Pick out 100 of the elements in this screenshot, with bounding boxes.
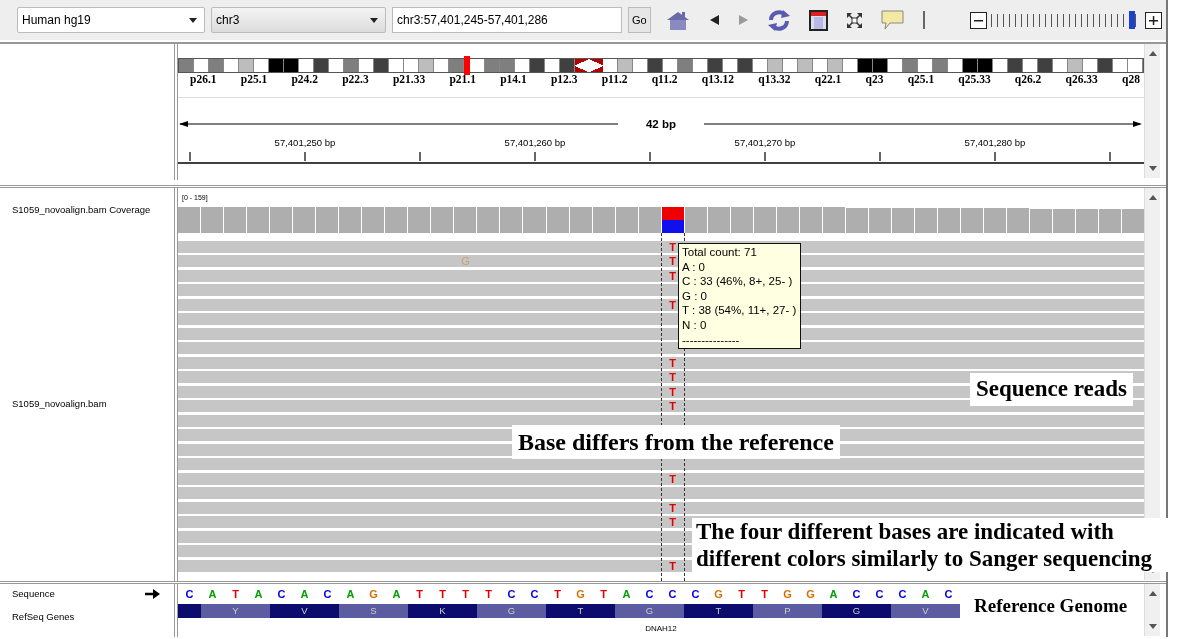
tick-label: 57,401,280 bp	[964, 137, 1026, 148]
band-label: p24.2	[291, 73, 318, 86]
base-letter: C	[322, 587, 333, 602]
base-letter: G	[713, 587, 724, 602]
base-letter: T	[415, 587, 424, 602]
band-label: q26.2	[1014, 73, 1042, 86]
slider-thumb[interactable]	[1128, 11, 1135, 29]
base-letter: A	[828, 587, 839, 602]
base-letter: T	[438, 587, 447, 602]
tick-label: 57,401,260 bp	[504, 137, 566, 148]
base-letter: G	[368, 587, 379, 602]
band-label: q13.32	[758, 73, 791, 86]
resize-icon[interactable]	[845, 11, 863, 29]
band-label: q23	[865, 73, 884, 86]
caret-icon	[369, 16, 379, 24]
base-letter: T	[760, 587, 769, 602]
annotation-text: Sequence reads	[970, 373, 1133, 406]
band-label: p12.3	[550, 73, 578, 86]
base-letter: A	[345, 587, 356, 602]
band-label: q28	[1122, 73, 1140, 86]
chromosome-dropdown[interactable]: chr3	[211, 7, 386, 33]
track-name[interactable]: RefSeq Genes	[0, 610, 174, 625]
base-letter: G	[805, 587, 816, 602]
base-letter: A	[621, 587, 632, 602]
tooltip-line: ---------------	[682, 332, 741, 348]
track-name[interactable]: Sequence	[0, 587, 55, 602]
base-letter: T	[484, 587, 493, 602]
tooltip-line: T : 38 (54%, 11+, 27- )	[682, 303, 797, 318]
mismatch-base: G	[460, 254, 471, 268]
mismatch-base: T	[668, 558, 677, 573]
codon-block: T	[684, 604, 753, 618]
tick-label: 57,401,250 bp	[274, 137, 336, 148]
tooltip-line: N : 0	[682, 317, 708, 333]
back-arrow-icon[interactable]	[708, 14, 720, 26]
genome-dropdown[interactable]: Human hg19	[17, 7, 205, 33]
band-label: q22.1	[814, 73, 842, 86]
base-letter: C	[184, 587, 195, 602]
tooltip-line: G : 0	[682, 288, 708, 304]
codon-block: S	[339, 604, 408, 618]
base-letter: C	[667, 587, 678, 602]
band-label: p14.1	[500, 73, 527, 86]
tooltip-line: A : 0	[682, 259, 707, 275]
scroll-up-icon[interactable]	[1147, 590, 1158, 597]
scrollbar[interactable]	[1144, 44, 1160, 178]
mismatch-base: T	[668, 370, 677, 384]
tooltip-line: Total count: 71	[682, 245, 758, 260]
base-letter: C	[897, 587, 908, 602]
base-letter: A	[920, 587, 931, 602]
base-letter: C	[851, 587, 862, 602]
base-letter: T	[231, 587, 240, 602]
mismatch-base: T	[668, 239, 677, 254]
base-letter: A	[253, 587, 264, 602]
base-letter: T	[599, 587, 608, 602]
base-letter: A	[207, 587, 218, 602]
mismatch-base: T	[668, 515, 677, 529]
go-button[interactable]: Go	[628, 7, 651, 33]
base-letter: C	[874, 587, 885, 602]
codon-block: V	[270, 604, 339, 618]
scroll-down-icon[interactable]	[1147, 623, 1158, 630]
base-letter: G	[575, 587, 586, 602]
base-letter: A	[391, 587, 402, 602]
track-name[interactable]: S1059_novoalign.bam	[0, 397, 174, 412]
zoom-in-icon[interactable]	[1144, 11, 1162, 29]
band-label: q13.12	[701, 73, 735, 86]
tick-label: 57,401,270 bp	[734, 137, 796, 148]
band-label: p22.3	[342, 73, 369, 86]
locus-field[interactable]: chr3:57,401,245-57,401,286	[392, 7, 622, 33]
scroll-up-icon[interactable]	[1147, 50, 1158, 57]
mismatch-base: T	[668, 355, 677, 370]
base-letter: T	[461, 587, 470, 602]
band-label: q11.2	[651, 73, 678, 86]
base-letter: C	[506, 587, 517, 602]
mismatch-base: T	[668, 384, 677, 399]
caret-icon	[188, 16, 198, 24]
zoom-out-icon[interactable]	[969, 11, 987, 29]
strand-arrow-icon[interactable]	[145, 589, 160, 600]
band-label: q26.33	[1065, 73, 1098, 86]
base-letter: G	[782, 587, 793, 602]
codon-block: G	[477, 604, 546, 618]
base-letter: C	[276, 587, 287, 602]
refresh-icon[interactable]	[766, 8, 791, 32]
tooltip-line: C : 33 (46%, 8+, 25- )	[682, 274, 794, 289]
mismatch-base: T	[668, 254, 677, 268]
region-icon[interactable]	[808, 9, 828, 31]
band-label: p26.1	[190, 73, 217, 86]
scrollbar[interactable]	[1144, 584, 1160, 636]
gene-label: DNAH12	[644, 623, 678, 635]
band-label: p21.33	[392, 73, 426, 86]
track-name[interactable]: S1059_novoalign.bam Coverage	[0, 203, 174, 218]
codon-block: G	[615, 604, 684, 618]
base-letter: C	[529, 587, 540, 602]
codon-block: V	[891, 604, 960, 618]
scroll-up-icon[interactable]	[1147, 194, 1158, 201]
mismatch-base: T	[668, 500, 677, 515]
mismatch-base: T	[668, 399, 677, 413]
band-label: p11.2	[601, 73, 628, 86]
mismatch-base: T	[668, 297, 677, 312]
annotation-text: Base differs from the reference	[512, 425, 840, 459]
scroll-down-icon[interactable]	[1147, 165, 1158, 172]
codon-block: K	[408, 604, 477, 618]
